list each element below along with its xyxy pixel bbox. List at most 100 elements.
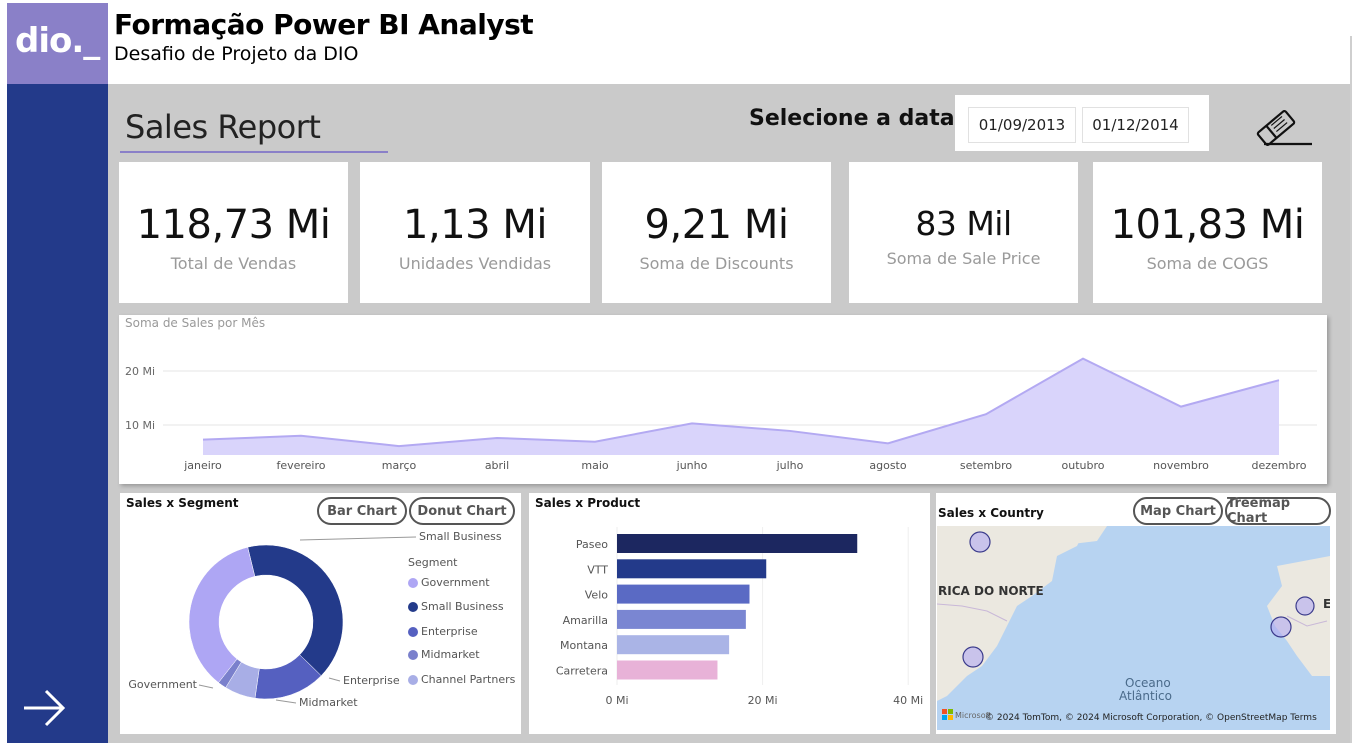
x-tick-label: janeiro — [183, 459, 222, 472]
x-tick-label: junho — [676, 459, 708, 472]
legend-item-small-business[interactable]: Small Business — [408, 600, 504, 613]
category-label: Amarilla — [563, 614, 608, 627]
country-bubble-usa[interactable] — [962, 646, 984, 668]
legend-title: Segment — [408, 556, 458, 569]
bar-velo[interactable] — [617, 584, 750, 604]
country-bubble-france[interactable] — [1270, 616, 1292, 638]
dio-logo: dio._ — [7, 3, 108, 84]
bar-chart-svg[interactable]: 0 Mi 20 Mi 40 Mi Paseo VTT Velo Amarilla Montan… — [529, 493, 930, 734]
logo-text: dio._ — [15, 21, 100, 61]
x-tick-label: fevereiro — [276, 459, 325, 472]
report-title-underline — [120, 151, 388, 153]
legend-dot — [408, 649, 418, 660]
slice-label: Enterprise — [343, 674, 400, 687]
area-chart-svg: 10 Mi 20 Mi janeiro fevereiro março abril maio… — [125, 357, 1317, 472]
data-point-agosto — [886, 441, 890, 445]
kpi-soma-cogs: 101,83 Mi Soma de COGS — [1093, 162, 1322, 303]
country-bubble-canada[interactable] — [969, 531, 991, 553]
leader-line — [198, 684, 214, 689]
legend-dot — [408, 601, 418, 612]
right-divider — [1350, 36, 1352, 743]
kpi-soma-discounts: 9,21 Mi Soma de Discounts — [602, 162, 831, 303]
data-point-janeiro — [201, 438, 205, 442]
category-label: Paseo — [576, 538, 608, 551]
country-panel-title: Sales x Country — [938, 506, 1044, 520]
bar-vtt[interactable] — [617, 559, 767, 579]
kpi-label: Soma de COGS — [1146, 254, 1269, 273]
legend-dot — [408, 674, 418, 685]
data-point-março — [397, 444, 401, 448]
eraser-icon[interactable] — [1252, 108, 1314, 148]
kpi-label: Unidades Vendidas — [398, 254, 552, 273]
sales-by-month-chart[interactable]: Soma de Sales por Mês 10 Mi 20 Mi janeiro f… — [119, 315, 1327, 484]
map-label-atlantic: Atlântico — [1119, 689, 1172, 703]
kpi-soma-sale-price: 83 Mil Soma de Sale Price — [849, 162, 1078, 303]
data-point-outubro — [1081, 357, 1085, 361]
legend-label: Small Business — [421, 600, 504, 613]
legend-item-channel-partners[interactable]: Channel Partners — [408, 673, 515, 686]
legend-item-enterprise[interactable]: Enterprise — [408, 625, 478, 638]
slice-label: Government — [128, 678, 197, 691]
area-fill — [203, 358, 1279, 455]
data-point-maio — [593, 440, 597, 444]
x-tick-label: outubro — [1062, 459, 1105, 472]
arrow-right-icon[interactable] — [20, 686, 70, 730]
x-tick-label: dezembro — [1252, 459, 1307, 472]
x-tick-label: março — [382, 459, 417, 472]
donut-slice-small-business[interactable] — [247, 544, 344, 677]
data-point-junho — [690, 421, 694, 425]
donut-slice-government[interactable] — [188, 546, 256, 683]
data-point-julho — [788, 429, 792, 433]
category-label: Velo — [585, 589, 608, 602]
bar-montana[interactable] — [617, 635, 730, 655]
data-point-fevereiro — [299, 434, 303, 438]
legend-item-government[interactable]: Government — [408, 576, 490, 589]
map-label-ocean: Oceano — [1125, 676, 1171, 690]
kpi-value: 1,13 Mi — [403, 202, 547, 248]
map-label-north-america: RICA DO NORTE — [938, 584, 1044, 598]
sidebar — [7, 84, 108, 743]
legend-label: Enterprise — [421, 625, 478, 638]
kpi-label: Total de Vendas — [170, 254, 297, 273]
legend-item-midmarket[interactable]: Midmarket — [408, 648, 480, 661]
data-point-novembro — [1179, 405, 1183, 409]
date-label: Selecione a data — [749, 106, 955, 131]
x-tick-label: 0 Mi — [605, 694, 628, 707]
treemap-chart-button[interactable]: Treemap Chart — [1225, 496, 1331, 526]
bar-carretera[interactable] — [617, 660, 718, 680]
kpi-label: Soma de Sale Price — [886, 249, 1041, 268]
data-point-dezembro — [1277, 378, 1281, 382]
end-date-input[interactable]: 01/12/2014 — [1082, 107, 1189, 143]
bar-amarilla[interactable] — [617, 609, 746, 629]
leader-line — [275, 699, 297, 704]
map-svg: RICA DO NORTE E Oceano Atlântico Microso… — [937, 526, 1330, 730]
kpi-value: 9,21 Mi — [644, 202, 789, 248]
x-tick-label: 20 Mi — [748, 694, 778, 707]
bar-paseo[interactable] — [617, 534, 858, 553]
data-point-abril — [495, 436, 499, 440]
country-bubble-germany[interactable] — [1295, 596, 1315, 616]
report-title: Sales Report — [125, 108, 321, 146]
leader-line — [328, 677, 341, 682]
map-attribution[interactable]: © 2024 TomTom, © 2024 Microsoft Corporat… — [985, 713, 1317, 723]
legend-label: Midmarket — [421, 648, 480, 661]
start-date-input[interactable]: 01/09/2013 — [968, 107, 1076, 143]
legend-dot — [408, 577, 418, 588]
x-tick-label: novembro — [1153, 459, 1209, 472]
leader-line — [299, 536, 417, 541]
kpi-label: Soma de Discounts — [639, 254, 794, 273]
dashboard: dio._ Formação Power BI Analyst Desafio … — [0, 0, 1358, 743]
map-chart-button[interactable]: Map Chart — [1133, 497, 1223, 525]
legend-dot — [408, 626, 418, 637]
x-tick-label: setembro — [960, 459, 1013, 472]
page-title: Formação Power BI Analyst — [114, 8, 534, 41]
y-tick-label: 10 Mi — [125, 419, 155, 432]
legend-label: Government — [421, 576, 490, 589]
donut-chart-svg[interactable]: Small Business Enterprise Midmarket Governm… — [120, 493, 521, 734]
kpi-value: 101,83 Mi — [1110, 202, 1305, 248]
sales-country-map[interactable]: RICA DO NORTE E Oceano Atlântico Microso… — [937, 526, 1330, 730]
category-label: Montana — [560, 639, 608, 652]
y-tick-label: 20 Mi — [125, 365, 155, 378]
page-subtitle: Desafio de Projeto da DIO — [114, 43, 359, 65]
kpi-total-vendas: 118,73 Mi Total de Vendas — [119, 162, 348, 303]
